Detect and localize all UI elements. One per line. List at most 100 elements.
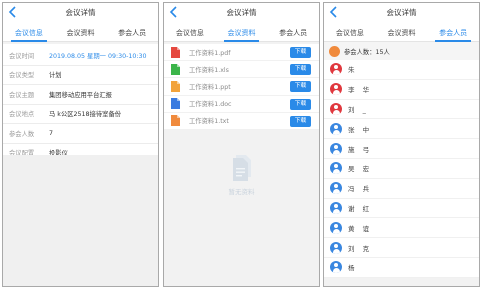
- file-name: 工作资料1.txt: [189, 118, 229, 126]
- avatar-icon: [330, 182, 342, 195]
- download-button[interactable]: 下载: [290, 115, 311, 127]
- file-row-ppt[interactable]: 工作资料1.ppt 下载: [164, 78, 319, 96]
- avatar-icon: [330, 162, 342, 175]
- meeting-materials-screen: 会议详情 会议信息 会议资料 参会人员 工作资料1.pdf 下载 工作资料1.x…: [163, 2, 320, 287]
- file-row-pdf[interactable]: 工作资料1.pdf 下载: [164, 44, 319, 62]
- info-label: 会议时间: [9, 52, 35, 60]
- file-row-txt[interactable]: 工作资料1.txt 下载: [164, 113, 319, 130]
- info-value: 2019.08.05 星期一 09:30-10:30: [49, 52, 147, 60]
- meeting-info-screen: 会议详情 会议信息 会议资料 参会人员 会议时间 2019.08.05 星期一 0…: [2, 2, 159, 287]
- attendee-name: 朱: [348, 66, 358, 75]
- info-label: 会议地点: [9, 111, 35, 119]
- avatar-icon: [330, 261, 342, 274]
- tab-meeting-materials[interactable]: 会议资料: [55, 22, 107, 41]
- file-name: 工作资料1.pdf: [189, 49, 231, 57]
- attendee-name: 杨: [348, 264, 358, 273]
- avatar-icon: [330, 102, 342, 115]
- info-row-topic: 会议主题 集团移动应用平台汇报: [3, 85, 158, 105]
- tab-attendees[interactable]: 参会人员: [106, 22, 158, 41]
- avatar-icon: [330, 142, 342, 155]
- empty-state-text: 暂无资料: [228, 188, 255, 196]
- attendee-name: 施 弓: [348, 145, 373, 154]
- tab-meeting-info[interactable]: 会议信息: [324, 22, 376, 41]
- screenshot-stage: 会议详情 会议信息 会议资料 参会人员 会议时间 2019.08.05 星期一 0…: [0, 0, 485, 290]
- attendee-name: 黄 谊: [348, 224, 373, 233]
- txt-file-icon: [171, 115, 180, 127]
- info-value: 7: [49, 129, 54, 137]
- avatar-icon: [330, 241, 342, 254]
- avatar-icon: [330, 83, 342, 96]
- attendee-name: 刘 克: [348, 244, 373, 253]
- avatar-icon: [330, 122, 342, 135]
- info-value: 集团移动应用平台汇报: [49, 91, 112, 99]
- group-icon: [329, 45, 340, 57]
- attendee-count-bar: 参会人数：15人: [324, 42, 479, 60]
- attendee-count: 参会人数：15人: [344, 48, 390, 56]
- pdf-file-icon: [171, 46, 180, 58]
- info-row-type: 会议类型 计划: [3, 66, 158, 85]
- page-title: 会议详情: [386, 8, 417, 17]
- tab-bar: 会议信息 会议资料 参会人员: [3, 22, 158, 42]
- top-bar: 会议详情: [324, 3, 479, 22]
- attendee-list: 朱 李 华 刘 _ 张 中 施 弓 吴 宏 冯 兵 谢 红 黄 谊 刘 克 杨: [324, 60, 479, 278]
- file-name: 工作资料1.doc: [189, 101, 232, 109]
- list-item[interactable]: 冯 兵: [324, 179, 479, 199]
- attendee-name: 张 中: [348, 125, 373, 134]
- list-item[interactable]: 刘 克: [324, 238, 479, 258]
- file-name: 工作资料1.ppt: [189, 83, 231, 91]
- attendee-name: 刘 _: [348, 105, 369, 114]
- download-button[interactable]: 下载: [290, 81, 311, 93]
- tab-attendees[interactable]: 参会人员: [267, 22, 319, 41]
- attendee-name: 吴 宏: [348, 165, 373, 174]
- empty-background: [3, 155, 158, 286]
- list-item[interactable]: 张 中: [324, 119, 479, 140]
- tab-meeting-info[interactable]: 会议信息: [164, 22, 216, 41]
- avatar-icon: [330, 201, 342, 214]
- tab-meeting-materials[interactable]: 会议资料: [376, 22, 428, 41]
- list-item[interactable]: 刘 _: [324, 100, 479, 120]
- page-title: 会议详情: [65, 8, 96, 17]
- document-placeholder-icon: [232, 155, 251, 181]
- download-button[interactable]: 下载: [290, 98, 311, 110]
- file-row-xls[interactable]: 工作资料1.xls 下载: [164, 61, 319, 79]
- top-bar: 会议详情: [164, 3, 319, 22]
- avatar-icon: [330, 221, 342, 234]
- file-row-doc[interactable]: 工作资料1.doc 下载: [164, 96, 319, 113]
- list-item[interactable]: 李 华: [324, 80, 479, 100]
- tab-meeting-materials[interactable]: 会议资料: [216, 22, 268, 42]
- tab-attendees[interactable]: 参会人员: [427, 22, 479, 42]
- tab-meeting-info[interactable]: 会议信息: [3, 22, 55, 42]
- list-item[interactable]: 谢 红: [324, 199, 479, 219]
- info-row-attendee-count: 参会人数 7: [3, 124, 158, 144]
- attendees-screen: 会议详情 会议信息 会议资料 参会人员 参会人数：15人 朱 李 华 刘 _ 张…: [323, 2, 480, 287]
- list-item[interactable]: 杨: [324, 258, 479, 278]
- info-row-location: 会议地点 马 k公区2518接待室备份: [3, 105, 158, 124]
- download-button[interactable]: 下载: [290, 47, 311, 58]
- attendee-name: 冯 兵: [348, 185, 373, 194]
- list-item[interactable]: 施 弓: [324, 139, 479, 159]
- file-list: 工作资料1.pdf 下载 工作资料1.xls 下载 工作资料1.ppt 下载 工…: [164, 44, 319, 130]
- file-name: 工作资料1.xls: [189, 66, 229, 74]
- list-item[interactable]: 朱: [324, 60, 479, 80]
- list-item[interactable]: 黄 谊: [324, 218, 479, 239]
- doc-file-icon: [171, 98, 180, 110]
- info-label: 会议主题: [9, 91, 35, 99]
- attendee-name: 李 华: [348, 86, 373, 95]
- info-value: 计划: [49, 72, 62, 80]
- info-row-time: 会议时间 2019.08.05 星期一 09:30-10:30: [3, 46, 158, 66]
- tab-bar: 会议信息 会议资料 参会人员: [164, 22, 319, 42]
- info-value: 马 k公区2518接待室备份: [49, 111, 122, 119]
- empty-state: 暂无资料: [164, 155, 319, 196]
- tab-bar: 会议信息 会议资料 参会人员: [324, 22, 479, 42]
- download-button[interactable]: 下载: [290, 64, 311, 76]
- attendee-name: 谢 红: [348, 204, 373, 213]
- top-bar: 会议详情: [3, 3, 158, 22]
- page-title: 会议详情: [226, 8, 257, 17]
- ppt-file-icon: [171, 80, 180, 92]
- info-list: 会议时间 2019.08.05 星期一 09:30-10:30 会议类型 计划 会议…: [3, 44, 158, 163]
- info-label: 参会人数: [9, 130, 35, 138]
- xls-file-icon: [171, 63, 180, 75]
- avatar-icon: [330, 63, 342, 76]
- info-label: 会议类型: [9, 72, 35, 80]
- list-item[interactable]: 吴 宏: [324, 159, 479, 179]
